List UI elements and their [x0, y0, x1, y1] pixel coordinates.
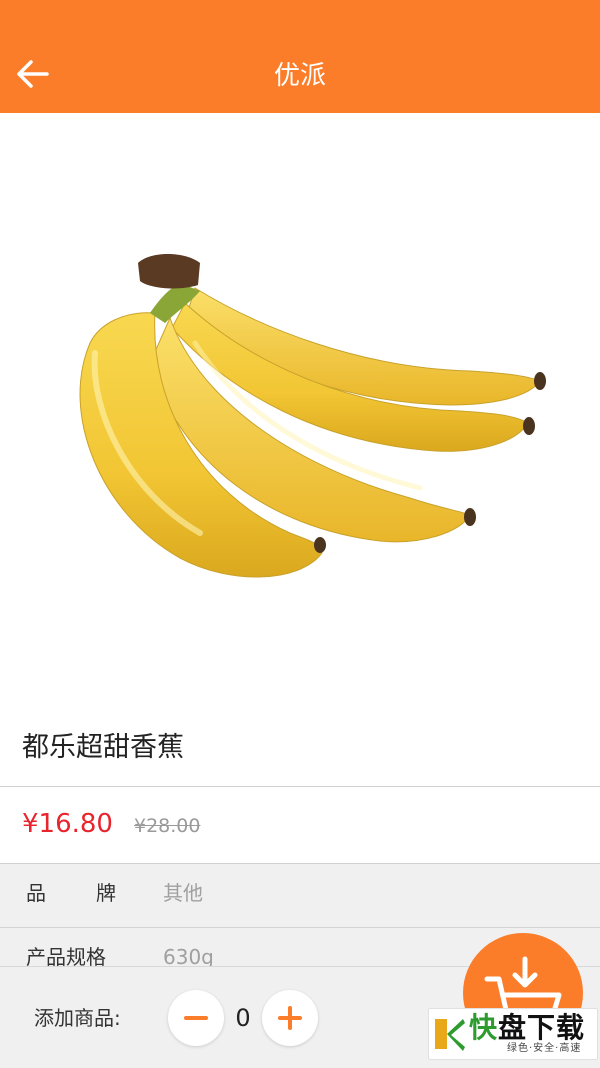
- original-price: ¥28.00: [134, 815, 201, 837]
- watermark-logo: 快盘下载 绿色·安全·高速: [428, 1008, 598, 1060]
- plus-icon: [278, 1006, 302, 1030]
- current-price: ¥16.80: [22, 809, 113, 839]
- add-item-label: 添加商品:: [34, 1006, 121, 1030]
- spec-row-brand: 品牌 其他: [0, 864, 600, 926]
- app-header: 优派: [0, 0, 600, 113]
- product-name: 都乐超甜香蕉: [22, 732, 184, 763]
- page-title: 优派: [273, 61, 326, 91]
- watermark-brand: 盘下载: [498, 1011, 586, 1044]
- product-image: [0, 113, 600, 718]
- spec-value: 其他: [163, 881, 203, 905]
- spec-label: 品牌: [26, 881, 166, 905]
- watermark-char: 快: [469, 1011, 499, 1044]
- decrease-quantity-button[interactable]: [168, 990, 224, 1046]
- k-logo-icon: [435, 1019, 465, 1051]
- watermark-slogan: 绿色·安全·高速: [507, 1043, 582, 1054]
- divider: [0, 786, 600, 787]
- banana-bunch-image: [79, 254, 546, 578]
- increase-quantity-button[interactable]: [262, 990, 318, 1046]
- quantity-value: 0: [235, 1004, 251, 1032]
- minus-icon: [184, 1016, 208, 1020]
- watermark-text: 快盘下载: [469, 1011, 585, 1045]
